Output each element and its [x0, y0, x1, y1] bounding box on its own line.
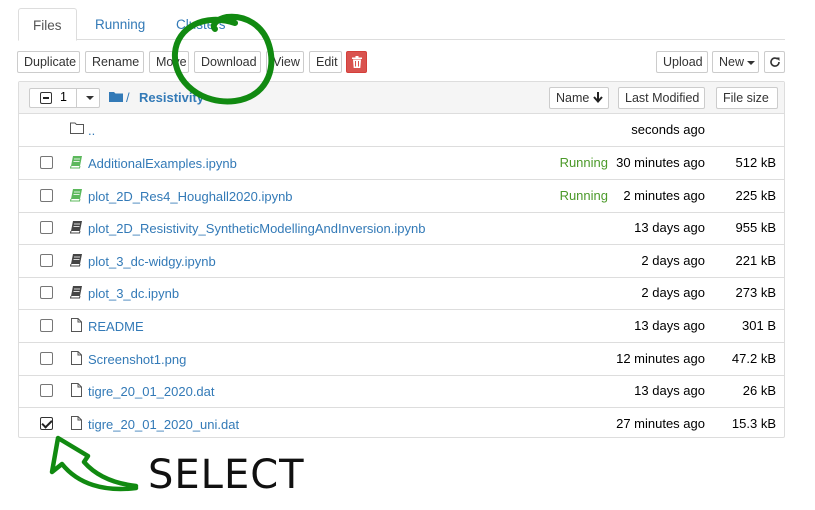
modified-time: 27 minutes ago — [616, 415, 705, 431]
new-button-label: New — [719, 55, 745, 69]
tab-files[interactable]: Files — [18, 8, 77, 41]
file-size: 47.2 kB — [731, 350, 776, 366]
edit-button[interactable]: Edit — [309, 51, 342, 73]
rename-button[interactable]: Rename — [85, 51, 144, 73]
list-item-parent[interactable]: .. seconds ago — [19, 114, 784, 147]
file-size: 301 B — [742, 318, 776, 333]
row-checkbox[interactable] — [40, 351, 53, 365]
modified-time: seconds ago — [631, 122, 705, 137]
new-button[interactable]: New — [712, 51, 759, 73]
breadcrumb-separator: / — [126, 90, 130, 105]
list-item[interactable]: plot_3_dc-widgy.ipynb 2 days ago 221 kB — [19, 245, 784, 278]
duplicate-button[interactable]: Duplicate — [17, 51, 80, 73]
file-name-link[interactable]: plot_3_dc.ipynb — [88, 277, 179, 310]
notebook-icon — [70, 253, 82, 267]
arrow-annotation-icon — [49, 435, 139, 492]
select-all-checkbox[interactable] — [40, 92, 52, 104]
row-checkbox[interactable] — [40, 319, 53, 332]
row-checkbox[interactable] — [40, 384, 53, 398]
list-header: 1 / Resistivity Name Last Modified File … — [19, 82, 784, 114]
file-list: 1 / Resistivity Name Last Modified File … — [18, 81, 785, 438]
running-indicator: Running — [559, 155, 608, 170]
file-size: 221 kB — [735, 252, 776, 268]
file-icon — [71, 318, 82, 332]
file-name-link[interactable]: plot_3_dc-widgy.ipynb — [88, 245, 216, 278]
modified-time: 13 days ago — [634, 383, 705, 399]
row-checkbox[interactable] — [40, 156, 53, 169]
sort-size-button[interactable]: File size — [716, 87, 778, 109]
list-item[interactable]: plot_2D_Resistivity_SyntheticModellingAn… — [19, 212, 784, 246]
notebook-icon — [70, 156, 82, 169]
chevron-down-icon — [86, 96, 94, 100]
file-name-link[interactable]: AdditionalExamples.ipynb — [88, 147, 237, 180]
notebook-icon — [70, 286, 82, 299]
select-all-dropdown[interactable]: 1 — [29, 88, 100, 108]
file-size: 273 kB — [735, 285, 776, 301]
file-name-link[interactable]: README — [88, 310, 144, 343]
refresh-button[interactable] — [764, 51, 785, 73]
arrow-down-icon — [593, 92, 603, 104]
list-item[interactable]: README 13 days ago 301 B — [19, 310, 784, 343]
modified-time: 13 days ago — [634, 318, 705, 333]
file-size: 15.3 kB — [731, 415, 776, 431]
list-item[interactable]: plot_2D_Res4_Houghall2020.ipynb Running 2 … — [19, 180, 784, 213]
folder-icon — [109, 92, 123, 102]
running-indicator: Running — [559, 187, 608, 203]
file-name-link[interactable]: plot_2D_Resistivity_SyntheticModellingAn… — [88, 212, 425, 245]
list-item[interactable]: Screenshot1.png 12 minutes ago 47.2 kB — [19, 343, 784, 376]
tab-running[interactable]: Running — [81, 8, 159, 39]
modified-time: 2 days ago — [641, 285, 705, 301]
modified-time: 30 minutes ago — [616, 155, 705, 170]
refresh-icon — [769, 57, 780, 67]
selected-count: 1 — [60, 90, 67, 104]
file-size: 26 kB — [742, 383, 776, 399]
folder-open-icon — [70, 122, 84, 134]
file-size: 225 kB — [735, 187, 776, 203]
file-name-link[interactable]: plot_2D_Res4_Houghall2020.ipynb — [88, 180, 293, 213]
delete-button[interactable] — [346, 51, 367, 73]
download-highlight-circle — [171, 13, 275, 105]
parent-directory-link[interactable]: .. — [88, 114, 95, 147]
modified-time: 12 minutes ago — [616, 350, 705, 366]
select-annotation-label: SELECT — [148, 452, 305, 498]
chevron-down-icon — [747, 60, 756, 65]
sort-name-label: Name — [556, 91, 590, 105]
list-item[interactable]: tigre_20_01_2020.dat 13 days ago 26 kB — [19, 375, 784, 409]
row-checkbox[interactable] — [40, 221, 53, 235]
tab-bar: Files Running Clusters — [18, 8, 785, 41]
row-checkbox[interactable] — [40, 253, 53, 267]
file-name-link[interactable]: tigre_20_01_2020.dat — [88, 375, 215, 408]
sort-name-button[interactable]: Name — [549, 87, 609, 109]
upload-button[interactable]: Upload — [656, 51, 708, 73]
list-item[interactable]: plot_3_dc.ipynb 2 days ago 273 kB — [19, 277, 784, 311]
file-size: 512 kB — [735, 155, 776, 170]
sort-modified-button[interactable]: Last Modified — [618, 87, 705, 109]
file-name-link[interactable]: Screenshot1.png — [88, 343, 186, 376]
modified-time: 2 days ago — [641, 252, 705, 268]
row-checkbox[interactable] — [40, 286, 53, 300]
file-icon — [71, 383, 82, 398]
modified-time: 13 days ago — [634, 220, 705, 236]
notebook-icon — [70, 188, 82, 202]
trash-icon — [351, 56, 362, 68]
modified-time: 2 minutes ago — [623, 187, 705, 203]
notebook-icon — [70, 221, 82, 234]
row-checkbox[interactable] — [40, 188, 53, 202]
file-size: 955 kB — [735, 220, 776, 236]
list-item[interactable]: AdditionalExamples.ipynb Running 30 minute… — [19, 147, 784, 180]
file-icon — [71, 350, 82, 365]
